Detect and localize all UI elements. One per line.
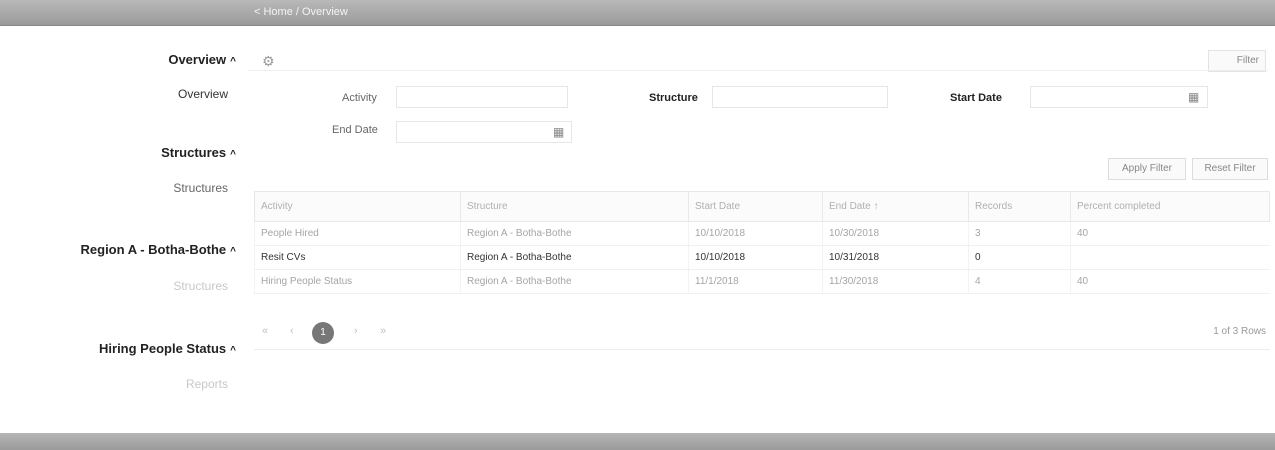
cell-start-date: 10/10/2018 <box>688 221 823 246</box>
cell-structure: Region A - Botha-Bothe <box>460 245 689 270</box>
sidebar-item-reports[interactable]: Reports <box>186 377 228 391</box>
structure-label: Structure <box>649 92 698 104</box>
apply-filter-button[interactable]: Apply Filter <box>1108 158 1186 180</box>
cell-percent: 40 <box>1070 269 1270 294</box>
column-header-structure[interactable]: Structure <box>460 191 689 222</box>
cell-records: 4 <box>968 269 1071 294</box>
next-page-button[interactable]: › <box>354 325 358 337</box>
table-header-row: Activity Structure Start Date End Date ↑… <box>254 191 1270 222</box>
column-header-activity[interactable]: Activity <box>254 191 461 222</box>
cell-activity: Resit CVs <box>254 245 461 270</box>
structure-input[interactable] <box>712 86 888 108</box>
sidebar-heading-label: Region A - Botha-Bothe <box>80 242 227 257</box>
calendar-icon[interactable]: ▦ <box>1188 90 1199 104</box>
column-header-records[interactable]: Records <box>968 191 1071 222</box>
bottom-bar <box>0 433 1275 450</box>
column-header-end-date[interactable]: End Date ↑ <box>822 191 969 222</box>
cell-activity: People Hired <box>254 221 461 246</box>
sidebar-item-overview[interactable]: Overview <box>178 87 228 101</box>
cell-percent <box>1070 245 1270 270</box>
column-header-start-date[interactable]: Start Date <box>688 191 823 222</box>
cell-start-date: 11/1/2018 <box>688 269 823 294</box>
sidebar-heading-region-a[interactable]: Region A - Botha-Bothe ^ <box>81 242 236 257</box>
cell-structure: Region A - Botha-Bothe <box>460 269 689 294</box>
sidebar-item-structures[interactable]: Structures <box>173 181 228 195</box>
start-date-input[interactable] <box>1030 86 1208 108</box>
sidebar-heading-hiring-people-status[interactable]: Hiring People Status ^ <box>99 341 236 356</box>
first-page-button[interactable]: « <box>262 325 268 337</box>
activity-input[interactable] <box>396 86 568 108</box>
main-content: ⚙ Filter Activity Structure Start Date ▦… <box>248 26 1275 433</box>
calendar-icon[interactable]: ▦ <box>553 125 564 139</box>
cell-end-date: 11/30/2018 <box>822 269 969 294</box>
sidebar-heading-overview[interactable]: Overview ^ <box>168 52 236 67</box>
chevron-up-icon: ^ <box>230 149 236 160</box>
cell-percent: 40 <box>1070 221 1270 246</box>
rows-count: 1 of 3 Rows <box>1213 326 1266 337</box>
sidebar-heading-label: Structures <box>161 145 227 160</box>
table-row[interactable]: People Hired Region A - Botha-Bothe 10/1… <box>254 221 1270 246</box>
end-date-input[interactable] <box>396 121 572 143</box>
cell-records: 3 <box>968 221 1071 246</box>
sidebar-heading-label: Hiring People Status <box>99 341 227 356</box>
chevron-up-icon: ^ <box>230 345 236 356</box>
sidebar-heading-label: Overview <box>168 52 227 67</box>
cell-end-date: 10/30/2018 <box>822 221 969 246</box>
start-date-label: Start Date <box>950 92 1002 104</box>
top-bar: < Home / Overview <box>0 0 1275 26</box>
cell-start-date: 10/10/2018 <box>688 245 823 270</box>
cell-structure: Region A - Botha-Bothe <box>460 221 689 246</box>
divider <box>248 70 1268 71</box>
sidebar: Overview ^ Overview Structures ^ Structure… <box>0 26 244 433</box>
table-row[interactable]: Hiring People Status Region A - Botha-Bo… <box>254 269 1270 294</box>
breadcrumb[interactable]: < Home / Overview <box>254 6 348 18</box>
end-date-label: End Date <box>332 124 378 136</box>
sidebar-item-region-structures[interactable]: Structures <box>173 279 228 293</box>
current-page-button[interactable]: 1 <box>312 322 334 344</box>
cell-records: 0 <box>968 245 1071 270</box>
table-row[interactable]: Resit CVs Region A - Botha-Bothe 10/10/2… <box>254 245 1270 270</box>
activity-label: Activity <box>342 92 377 104</box>
gear-icon[interactable]: ⚙ <box>262 53 275 70</box>
pagination: « ‹ 1 › » 1 of 3 Rows <box>254 316 1270 350</box>
data-table: Activity Structure Start Date End Date ↑… <box>254 191 1270 294</box>
cell-end-date: 10/31/2018 <box>822 245 969 270</box>
reset-filter-button[interactable]: Reset Filter <box>1192 158 1268 180</box>
filter-button[interactable]: Filter <box>1208 50 1266 72</box>
cell-activity: Hiring People Status <box>254 269 461 294</box>
chevron-up-icon: ^ <box>230 246 236 257</box>
sidebar-heading-structures[interactable]: Structures ^ <box>161 145 236 160</box>
prev-page-button[interactable]: ‹ <box>290 325 294 337</box>
last-page-button[interactable]: » <box>380 325 386 337</box>
chevron-up-icon: ^ <box>230 56 236 67</box>
column-header-percent-completed[interactable]: Percent completed <box>1070 191 1270 222</box>
